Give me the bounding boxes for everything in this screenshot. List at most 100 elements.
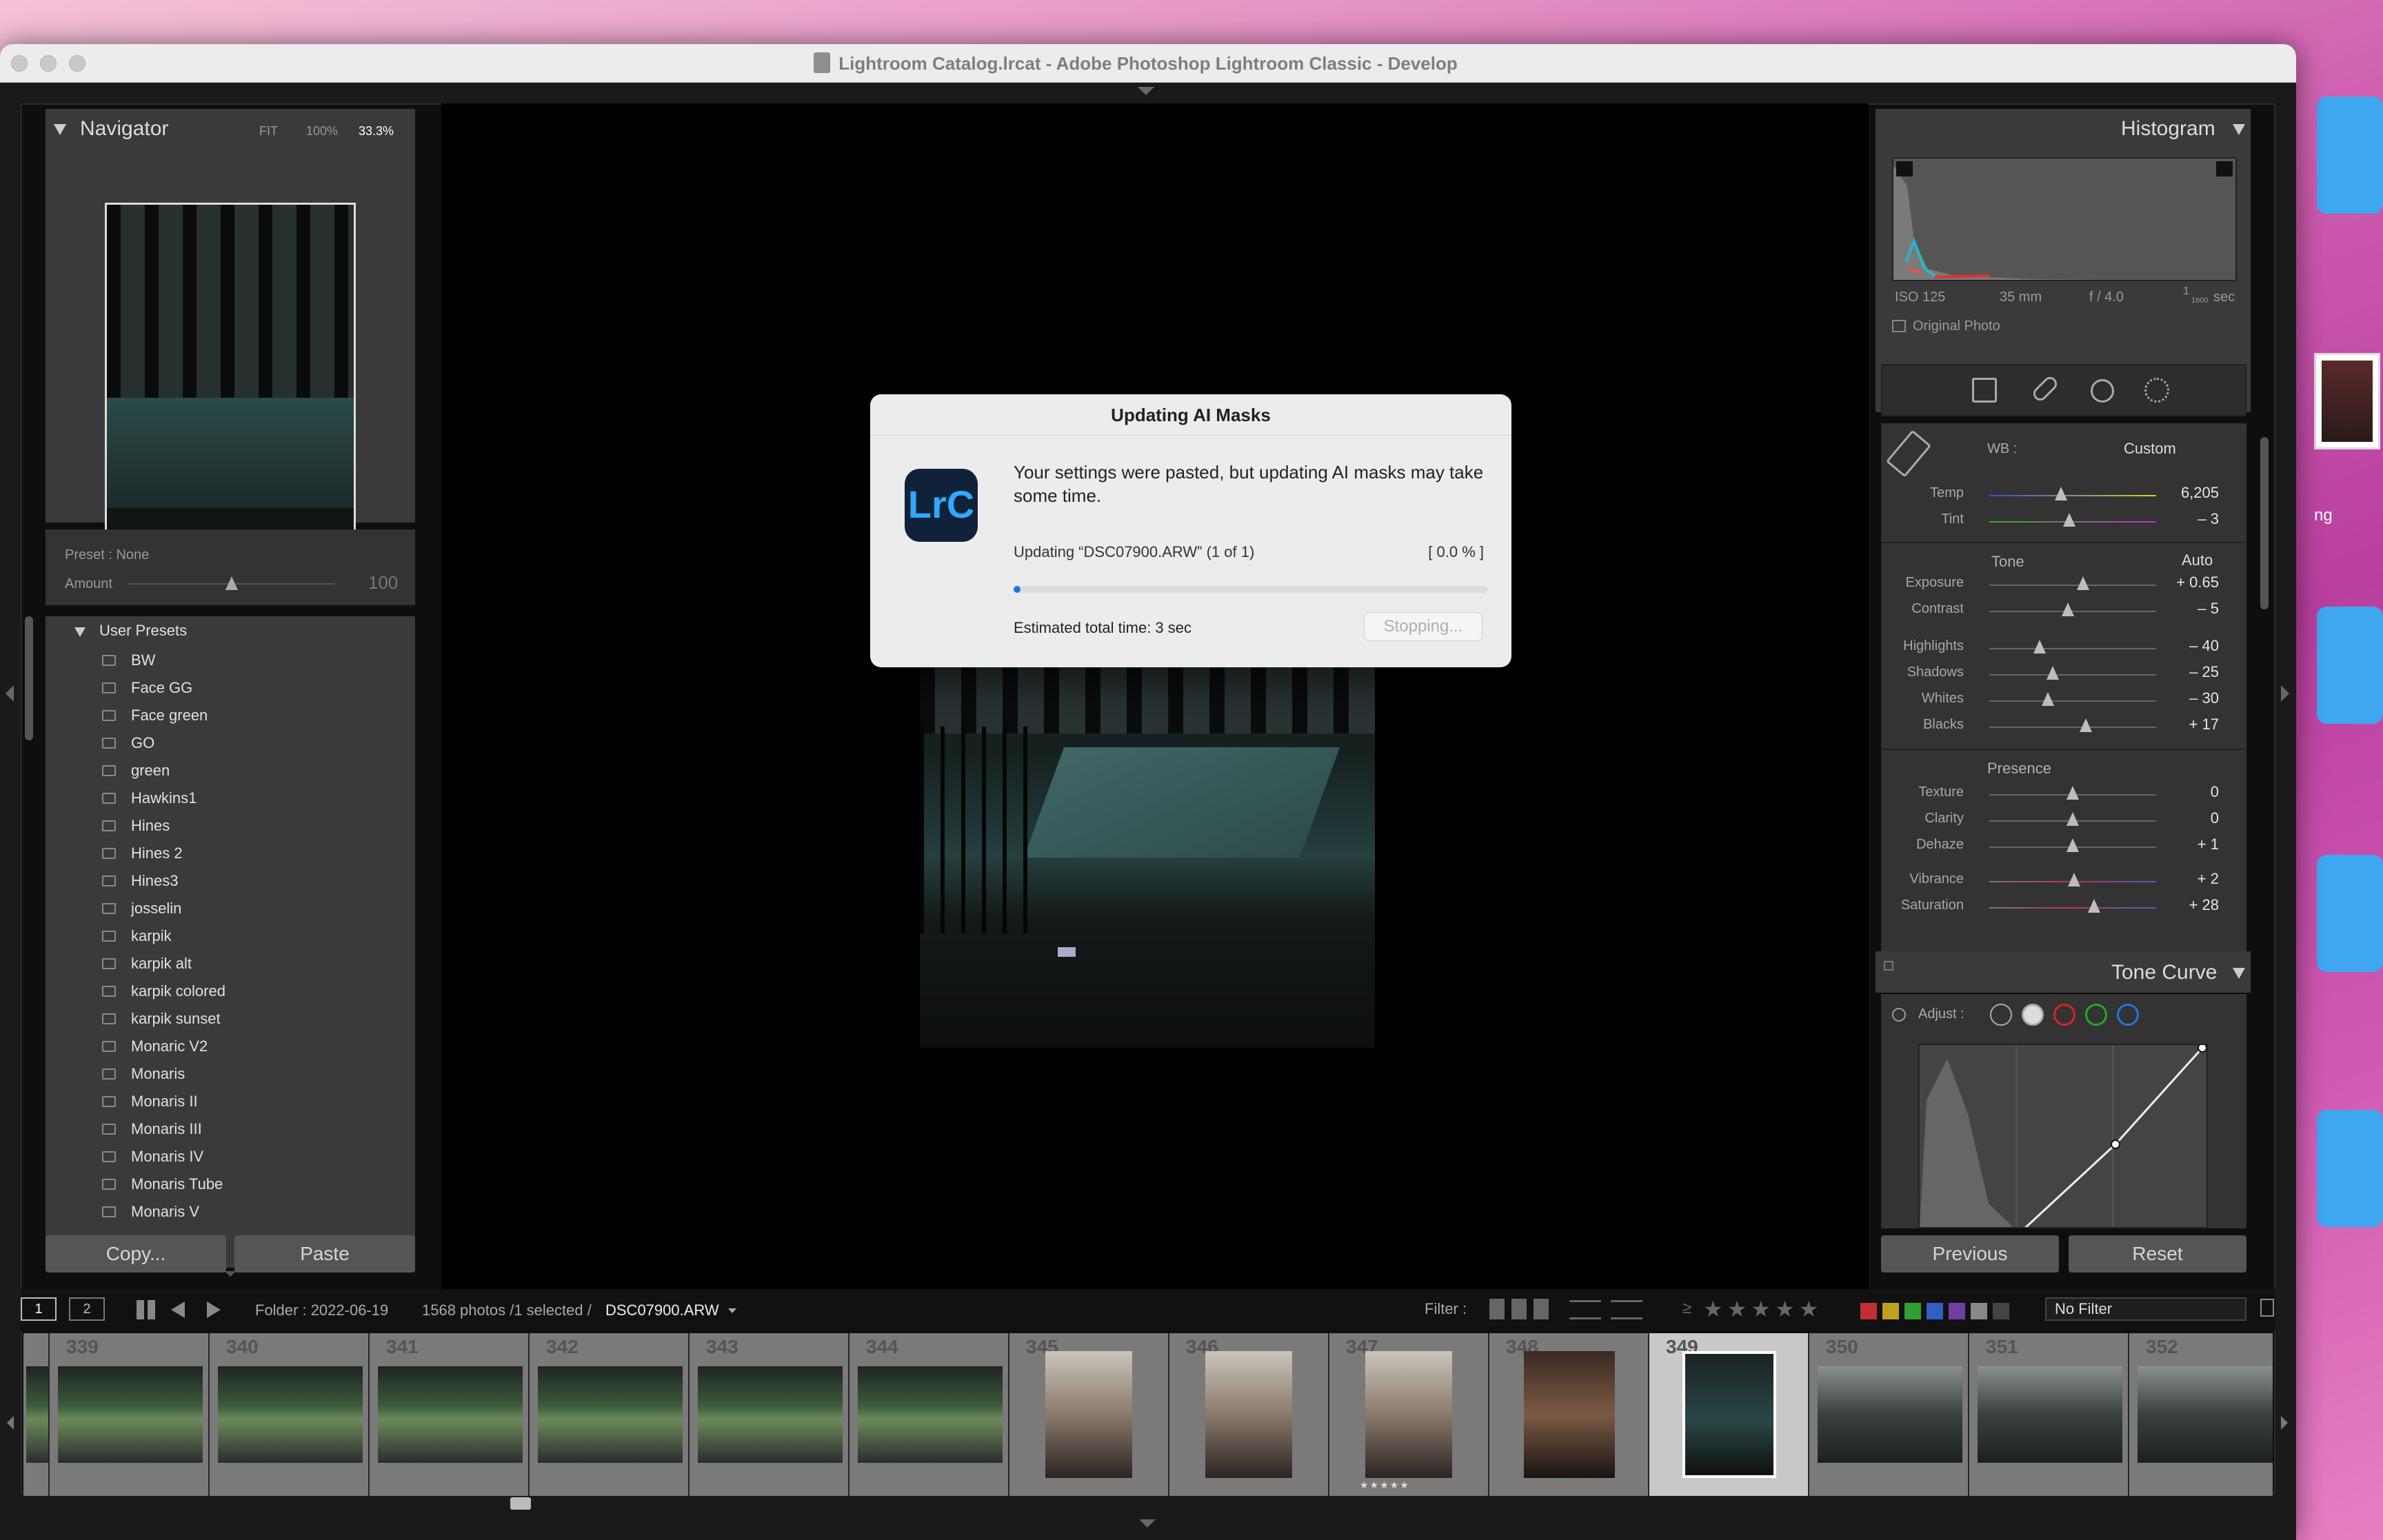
preset-item[interactable]: Hines3 [102,867,405,895]
preset-item[interactable]: Hines [102,812,405,840]
slider-exposure-thumb[interactable] [2076,576,2089,590]
current-filename[interactable]: DSC07900.ARW [605,1301,719,1319]
preset-item[interactable]: Monaris III [102,1115,405,1143]
virtual-copy-filter-icon[interactable] [1611,1300,1642,1319]
slider-exposure-track[interactable] [1989,585,2156,586]
slider-blacks-track[interactable] [1989,727,2156,728]
preset-item[interactable]: BW [102,647,405,674]
slider-texture-value[interactable]: 0 [2211,783,2219,801]
parametric-curve-icon[interactable] [1990,1004,2012,1026]
slider-dehaze-value[interactable]: + 1 [2198,835,2219,853]
filmstrip-cell[interactable]: 348 [1489,1333,1649,1496]
point-curve-white-icon[interactable] [2022,1004,2044,1026]
filmstrip-cell[interactable]: 350 [1809,1333,1969,1496]
slider-blacks-value[interactable]: + 17 [2189,716,2219,733]
desktop-photo-icon[interactable] [2314,353,2380,449]
star-rating-filter-icon[interactable]: ★★★★★ [1703,1296,1822,1322]
preset-item[interactable]: Face green [102,702,405,729]
blue-channel-icon[interactable] [2117,1004,2139,1026]
left-panel-scrollbar[interactable] [25,616,33,740]
slider-contrast-thumb[interactable] [2061,602,2074,616]
title-bar[interactable]: Lightroom Catalog.lrcat - Adobe Photosho… [0,44,2296,83]
slider-clarity-thumb[interactable] [2067,812,2079,826]
slider-vibrance-thumb[interactable] [2068,873,2081,886]
auto-tone-button[interactable]: Auto [2182,551,2213,569]
filter-preset-dropdown[interactable]: No Filter [2045,1297,2246,1321]
slider-highlights-value[interactable]: – 40 [2189,637,2219,655]
preset-item[interactable]: GO [102,729,405,757]
slider-highlights-thumb[interactable] [2033,640,2046,654]
grid-view-icon[interactable] [137,1300,156,1319]
desktop-folder-icon[interactable] [2317,1110,2383,1227]
slider-saturation-thumb[interactable] [2088,899,2101,913]
stop-button[interactable]: Stopping... [1364,612,1482,641]
zoom-100-option[interactable]: 100% [306,124,338,139]
preset-item[interactable]: Monaris IV [102,1143,405,1171]
tone-curve-header[interactable]: Tone Curve [1876,951,2251,993]
preset-item[interactable]: Monaric V2 [102,1033,405,1060]
collapse-triangle-icon[interactable] [54,124,66,135]
filmstrip-cell[interactable]: 340 [210,1333,370,1496]
red-label-filter[interactable] [1860,1303,1877,1319]
top-panel-toggle-icon[interactable] [1138,87,1154,95]
preset-item[interactable]: karpik alt [102,950,405,977]
filmstrip-right-arrow-icon[interactable] [2281,1416,2288,1430]
slider-whites-thumb[interactable] [2041,692,2054,706]
slider-texture-thumb[interactable] [2067,786,2079,800]
histogram-graph[interactable] [1892,157,2237,281]
slider-contrast-value[interactable]: – 5 [2198,600,2219,618]
slider-temp-track[interactable] [1989,495,2156,496]
right-panel-scrollbar[interactable] [2260,437,2269,609]
custom-label-filter[interactable] [1971,1303,1987,1319]
preset-item[interactable]: green [102,757,405,784]
filter-lock-icon[interactable] [2260,1299,2274,1317]
filmstrip-cell[interactable] [23,1333,50,1496]
wb-dropdown[interactable]: Custom [2124,440,2176,458]
slider-highlights-track[interactable] [1989,648,2156,649]
preset-item[interactable]: Monaris V [102,1198,405,1226]
chevron-down-icon[interactable] [728,1308,736,1313]
zoom-fit-option[interactable]: FIT [259,124,278,139]
blue-label-filter[interactable] [1927,1303,1943,1319]
main-photo[interactable] [920,623,1375,1048]
slider-temp-thumb[interactable] [2055,487,2068,500]
filmstrip-cell[interactable]: 351 [1969,1333,2129,1496]
filmstrip[interactable]: 339 340 341 342 343 344 345 346 347 ★★★★★ 348 349 35… [23,1333,2273,1496]
preset-group-title[interactable]: User Presets [99,622,187,640]
slider-shadows-thumb[interactable] [2046,666,2059,680]
filmstrip-cell-selected[interactable]: 349 [1649,1333,1809,1496]
white-balance-eyedropper-icon[interactable] [1885,429,1932,478]
back-arrow-icon[interactable] [171,1301,185,1318]
bottom-panel-toggle-icon[interactable] [1139,1519,1156,1528]
desktop-folder-icon[interactable] [2317,607,2383,724]
red-eye-tool-icon[interactable] [2091,379,2114,403]
expand-triangle-icon[interactable] [74,627,86,637]
reset-button[interactable]: Reset [2069,1235,2246,1273]
red-channel-icon[interactable] [2053,1004,2075,1026]
filmstrip-cell[interactable]: 345 [1009,1333,1169,1496]
slider-exposure-value[interactable]: + 0.65 [2176,574,2219,591]
collapse-triangle-icon[interactable] [2233,124,2245,135]
masking-tool-icon[interactable] [2144,378,2169,403]
preset-item[interactable]: Face GG [102,674,405,702]
folder-label[interactable]: Folder : 2022-06-19 [255,1301,388,1319]
slider-saturation-value[interactable]: + 28 [2189,896,2219,914]
navigator-preview[interactable] [105,203,356,553]
slider-shadows-value[interactable]: – 25 [2189,663,2219,681]
slider-blacks-thumb[interactable] [2080,718,2093,732]
filmstrip-cell[interactable]: 343 [690,1333,849,1496]
collapse-triangle-icon[interactable] [2233,968,2245,979]
filmstrip-left-arrow-icon[interactable] [7,1416,14,1430]
purple-label-filter[interactable] [1949,1303,1965,1319]
preset-item[interactable]: Hines 2 [102,840,405,867]
forward-arrow-icon[interactable] [207,1301,221,1318]
slider-tint-value[interactable]: – 3 [2198,510,2219,528]
preset-item[interactable]: Hawkins1 [102,784,405,812]
filmstrip-cell[interactable]: 347 ★★★★★ [1329,1333,1489,1496]
zoom-current-option[interactable]: 33.3% [359,124,394,139]
preset-item[interactable]: josselin [102,895,405,922]
shadow-clipping-icon[interactable] [1896,161,1913,176]
desktop-folder-icon[interactable] [2317,855,2383,972]
desktop-folder-icon[interactable] [2317,97,2383,214]
filmstrip-cell[interactable]: 341 [370,1333,530,1496]
